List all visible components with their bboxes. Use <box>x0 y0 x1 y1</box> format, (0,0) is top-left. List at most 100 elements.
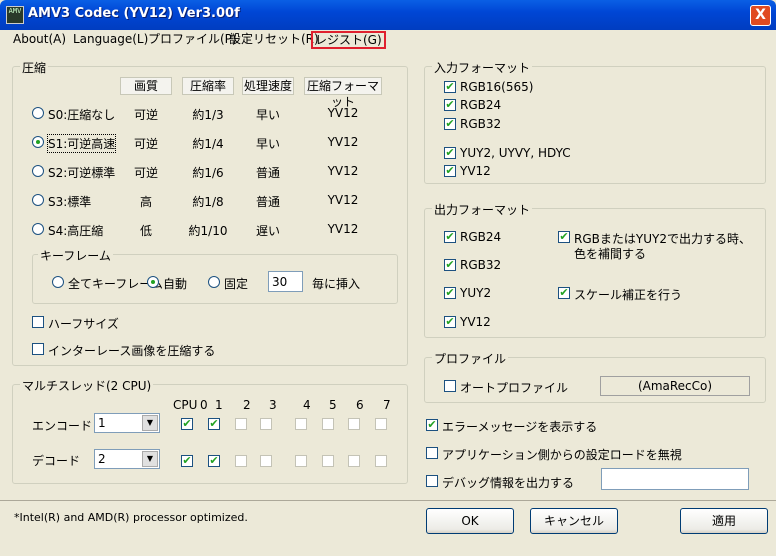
encode-cpu-checkbox[interactable] <box>348 418 360 430</box>
cpu-label: 6 <box>356 398 364 412</box>
ok-button[interactable]: OK <box>426 508 514 534</box>
compress-mode-radio[interactable] <box>32 194 44 206</box>
chevron-down-icon: ▼ <box>142 451 158 467</box>
encode-cpu-checkbox[interactable] <box>260 418 272 430</box>
cpu-label: 1 <box>215 398 223 412</box>
keyframe-auto-label: 自動 <box>163 277 188 291</box>
scale-fix-checkbox[interactable]: ✔ <box>558 287 570 299</box>
header-quality: 画質 <box>120 77 172 95</box>
compress-mode-radio[interactable] <box>32 107 44 119</box>
compress-ratio-cell: 約1/4 <box>192 137 224 151</box>
decode-cpu-checkbox[interactable] <box>348 455 360 467</box>
input-format-checkbox[interactable]: ✔ <box>444 165 456 177</box>
interlace-checkbox[interactable] <box>32 343 44 355</box>
decode-cpu-checkbox[interactable] <box>235 455 247 467</box>
interpolate-checkbox[interactable]: ✔ <box>558 231 570 243</box>
input-format-checkbox[interactable]: ✔ <box>444 118 456 130</box>
processor-note: *Intel(R) and AMD(R) processor optimized… <box>14 511 248 524</box>
output-format-label: RGB32 <box>460 258 502 272</box>
thread-group <box>12 384 408 484</box>
cpu-label: 7 <box>383 398 391 412</box>
compress-ratio-cell: 約1/3 <box>192 108 224 122</box>
output-format-checkbox[interactable]: ✔ <box>444 231 456 243</box>
input-format-label: YUY2, UYVY, HDYC <box>460 146 571 160</box>
compress-group-title: 圧縮 <box>20 59 49 76</box>
interlace-label: インターレース画像を圧縮する <box>48 344 216 358</box>
menu-register[interactable]: レジスト(G) <box>311 31 386 49</box>
app-icon: AMV <box>6 6 24 24</box>
compress-mode-label: S2:可逆標準 <box>48 166 116 180</box>
decode-cpu-checkbox[interactable] <box>260 455 272 467</box>
encode-cpu-checkbox[interactable] <box>375 418 387 430</box>
decode-cpu-checkbox[interactable]: ✔ <box>181 455 193 467</box>
compress-speed-cell: 早い <box>255 108 280 122</box>
output-format-label: YV12 <box>460 315 491 329</box>
header-format: 圧縮フォーマット <box>304 77 382 109</box>
close-button[interactable]: X <box>750 5 771 26</box>
auto-profile-checkbox[interactable] <box>444 380 456 392</box>
compress-mode-radio[interactable] <box>32 165 44 177</box>
decode-cpu-checkbox[interactable] <box>375 455 387 467</box>
interpolate-label-line2: 色を補間する <box>574 247 647 261</box>
debug-checkbox[interactable] <box>426 475 438 487</box>
scale-fix-label: スケール補正を行う <box>574 288 683 302</box>
decode-cpu-checkbox[interactable] <box>322 455 334 467</box>
menu-profile[interactable]: プロファイル(P) <box>148 30 237 48</box>
keyframe-auto-radio[interactable] <box>147 276 159 288</box>
ignore-app-checkbox[interactable] <box>426 447 438 459</box>
menu-language[interactable]: Language(L) <box>73 30 148 48</box>
cpu-label: 5 <box>329 398 337 412</box>
encode-combo[interactable]: 1 ▼ <box>94 413 160 433</box>
window-title: AMV3 Codec (YV12) Ver3.00f <box>28 6 240 21</box>
profile-group-title: プロファイル <box>432 350 509 367</box>
keyframe-suffix-label: 毎に挿入 <box>312 277 361 291</box>
compress-speed-cell: 普通 <box>255 195 280 209</box>
decode-cpu-checkbox[interactable] <box>295 455 307 467</box>
compress-mode-radio[interactable] <box>32 136 44 148</box>
input-format-checkbox[interactable]: ✔ <box>444 147 456 159</box>
keyframe-fixed-radio[interactable] <box>208 276 220 288</box>
chevron-down-icon: ▼ <box>142 415 158 431</box>
output-format-checkbox[interactable]: ✔ <box>444 316 456 328</box>
cancel-button[interactable]: キャンセル <box>530 508 618 534</box>
decode-value: 2 <box>98 452 106 466</box>
compress-quality-cell: 低 <box>139 224 152 238</box>
compress-quality-cell: 可逆 <box>133 166 158 180</box>
half-size-checkbox[interactable] <box>32 316 44 328</box>
menu-reset[interactable]: 設定リセット(R) <box>229 30 319 48</box>
ignore-app-label: アプリケーション側からの設定ロードを無視 <box>442 448 682 462</box>
input-format-checkbox[interactable]: ✔ <box>444 99 456 111</box>
compress-format-cell: YV12 <box>327 164 359 178</box>
compress-speed-cell: 早い <box>255 137 280 151</box>
encode-cpu-checkbox[interactable]: ✔ <box>181 418 193 430</box>
menu-bar: About(A) Language(L) プロファイル(P) 設定リセット(R)… <box>0 30 776 49</box>
show-error-label: エラーメッセージを表示する <box>442 420 598 434</box>
compress-speed-cell: 普通 <box>255 166 280 180</box>
apply-button[interactable]: 適用 <box>680 508 768 534</box>
keyframe-all-radio[interactable] <box>52 276 64 288</box>
keyframe-interval-input[interactable]: 30 <box>268 271 303 292</box>
output-format-title: 出力フォーマット <box>432 201 533 218</box>
profile-name: (AmaRecCo) <box>637 379 713 393</box>
output-format-checkbox[interactable]: ✔ <box>444 259 456 271</box>
decode-cpu-checkbox[interactable]: ✔ <box>208 455 220 467</box>
encode-cpu-checkbox[interactable] <box>295 418 307 430</box>
debug-path-input[interactable] <box>601 468 749 490</box>
compress-mode-radio[interactable] <box>32 223 44 235</box>
compress-format-cell: YV12 <box>327 222 359 236</box>
profile-name-box: (AmaRecCo) <box>600 376 750 396</box>
compress-mode-label: S0:圧縮なし <box>48 108 116 122</box>
decode-combo[interactable]: 2 ▼ <box>94 449 160 469</box>
encode-cpu-checkbox[interactable] <box>322 418 334 430</box>
encode-value: 1 <box>98 416 106 430</box>
input-format-title: 入力フォーマット <box>432 59 533 76</box>
input-format-checkbox[interactable]: ✔ <box>444 81 456 93</box>
show-error-checkbox[interactable]: ✔ <box>426 419 438 431</box>
encode-cpu-checkbox[interactable] <box>235 418 247 430</box>
encode-cpu-checkbox[interactable]: ✔ <box>208 418 220 430</box>
decode-label: デコード <box>32 454 81 468</box>
output-format-checkbox[interactable]: ✔ <box>444 287 456 299</box>
cpu-label: 2 <box>243 398 251 412</box>
header-speed: 処理速度 <box>242 77 294 95</box>
menu-about[interactable]: About(A) <box>13 30 66 48</box>
